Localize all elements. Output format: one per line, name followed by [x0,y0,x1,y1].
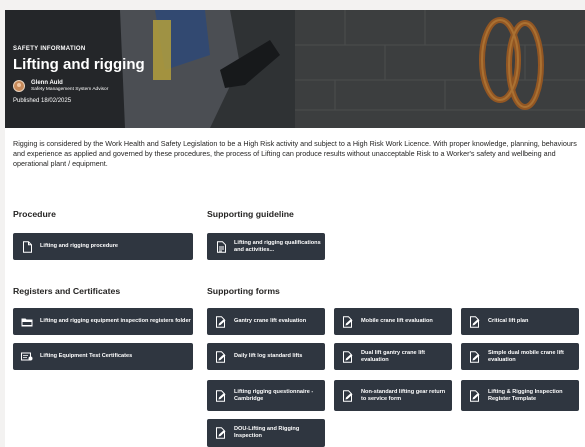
test-certificates-tile[interactable]: Lifting Equipment Test Certificates [13,343,193,370]
document-icon [21,240,33,253]
supporting-guideline-heading: Supporting guideline [207,209,294,219]
registers-heading: Registers and Certificates [13,286,121,296]
supporting-forms-heading: Supporting forms [207,286,280,296]
form-tile-questionnaire-cambridge[interactable]: Lifting rigging questionnaire - Cambridg… [207,380,325,411]
form-tile-non-standard-gear[interactable]: Non-standard lifting gear return to serv… [334,380,452,411]
tile-label: Daily lift log standard lifts [234,353,303,359]
procedure-heading: Procedure [13,209,56,219]
tile-label: Lifting rigging questionnaire - Cambridg… [234,388,314,402]
tile-label: Lifting and rigging procedure [40,243,118,249]
register-folder-tile[interactable]: Lifting and rigging equipment inspection… [13,308,193,335]
tile-label: Lifting & Rigging Inspection Register Te… [488,388,563,402]
published-date: Published 18/02/2025 [13,98,72,104]
form-icon [469,350,481,363]
form-tile-daily-lift-log[interactable]: Daily lift log standard lifts [207,343,325,370]
certificate-icon [21,351,33,363]
form-icon [215,389,227,402]
guideline-tile[interactable]: Lifting and rigging qualifications and a… [207,233,325,260]
tile-label: Lifting Equipment Test Certificates [40,353,133,359]
tile-label: Lifting and rigging qualifications and a… [234,239,321,253]
author-block[interactable]: Glenn Auld Safety Management System Advi… [13,80,145,92]
tile-label: DOU-Lifting and Rigging Inspection [234,426,300,439]
form-icon [469,315,481,328]
form-tile-mobile-crane[interactable]: Mobile crane lift evaluation [334,308,452,335]
author-role: Safety Management System Advisor [31,87,109,92]
avatar[interactable] [13,80,25,92]
tile-label: Mobile crane lift evaluation [361,318,433,324]
guideline-icon [215,240,227,253]
category-tag: SAFETY INFORMATION [13,46,86,52]
folder-icon [21,316,33,328]
form-icon [342,315,354,328]
tile-label: Non-standard lifting gear return to serv… [361,388,446,402]
form-tile-dou-inspection[interactable]: DOU-Lifting and Rigging Inspection [207,419,325,447]
author-name[interactable]: Glenn Auld [31,80,108,86]
form-tile-inspection-register-template[interactable]: Lifting & Rigging Inspection Register Te… [461,380,579,411]
tile-label: Simple dual mobile crane lift evaluation [488,349,564,363]
procedure-tile[interactable]: Lifting and rigging procedure [13,233,193,260]
form-icon [215,350,227,363]
tile-label: Critical lift plan [488,318,529,324]
form-icon [342,350,354,363]
form-icon [215,427,227,439]
tile-label: Lifting and rigging equipment inspection… [40,318,191,324]
tile-label: Gantry crane lift evaluation [234,318,307,324]
page-title: Lifting and rigging [13,56,145,73]
tile-label: Dual lift gantry crane lift evaluation [361,349,426,363]
intro-text: Rigging is considered by the Work Health… [13,139,577,168]
form-tile-simple-dual-mobile[interactable]: Simple dual mobile crane lift evaluation [461,343,579,370]
hero-banner: SAFETY INFORMATION Lifting and rigging G… [5,10,585,128]
form-icon [342,389,354,402]
page: SAFETY INFORMATION Lifting and rigging G… [5,10,585,447]
form-tile-dual-lift-gantry[interactable]: Dual lift gantry crane lift evaluation [334,343,452,370]
form-tile-gantry-crane[interactable]: Gantry crane lift evaluation [207,308,325,335]
form-icon [215,315,227,328]
hero-text: SAFETY INFORMATION Lifting and rigging G… [13,46,145,104]
form-tile-critical-lift[interactable]: Critical lift plan [461,308,579,335]
form-icon [469,389,481,402]
